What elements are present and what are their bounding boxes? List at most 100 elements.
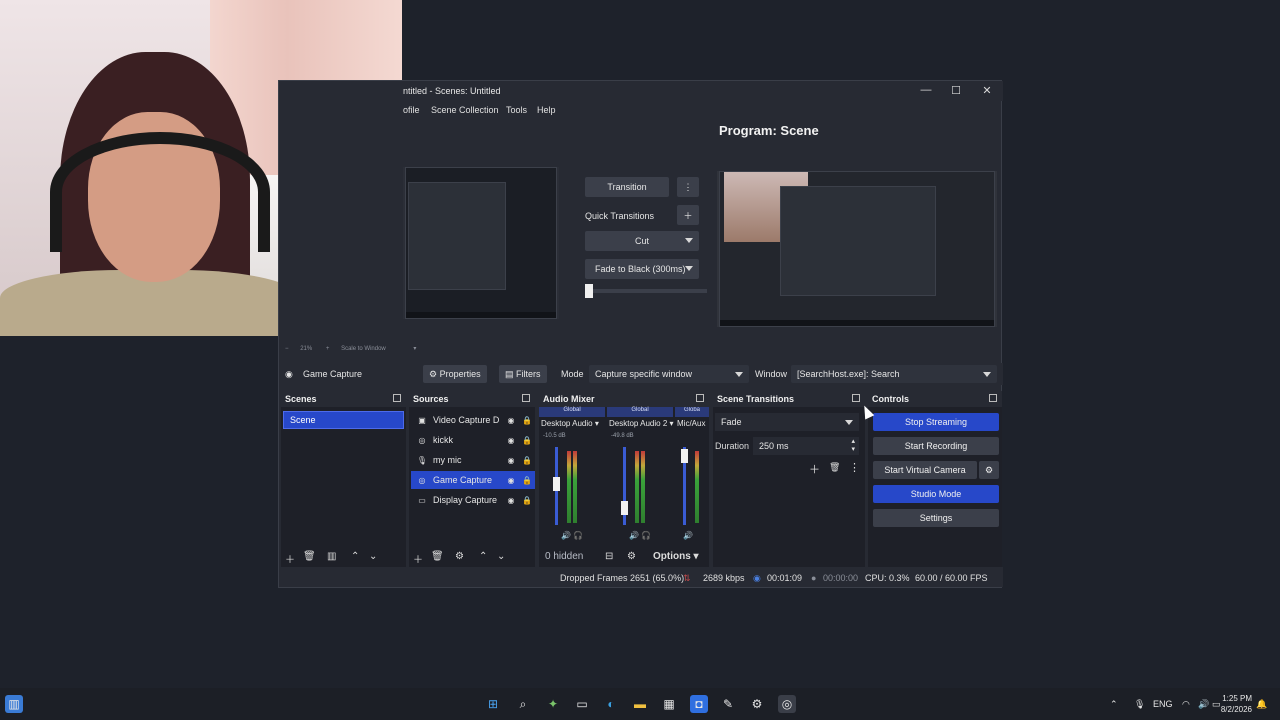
wifi-icon[interactable]: ◠: [1182, 699, 1190, 710]
menu-profile[interactable]: ofile: [403, 105, 420, 115]
fade-to-black-dropdown[interactable]: Fade to Black (300ms): [585, 259, 699, 279]
add-icon[interactable]: ＋: [285, 551, 295, 566]
add-quick-transition-icon[interactable]: ＋: [677, 205, 699, 225]
speaker-icon[interactable]: 🔊: [561, 531, 571, 540]
channel-name[interactable]: Desktop Audio 2 ▾: [609, 419, 674, 428]
start-recording-button[interactable]: Start Recording: [873, 437, 999, 455]
cut-dropdown[interactable]: Cut: [585, 231, 699, 251]
filters-button[interactable]: ▤ Filters: [499, 365, 547, 383]
zoom-chevron-down-icon[interactable]: ▾: [413, 346, 416, 352]
program-canvas[interactable]: [717, 171, 997, 327]
add-icon[interactable]: ＋: [809, 461, 820, 477]
chevron-down-icon[interactable]: ⌄: [497, 551, 505, 562]
microphone-icon[interactable]: 🎙: [1134, 699, 1145, 710]
notification-icon[interactable]: 🔔: [1256, 699, 1267, 710]
sidebar-widget-icon[interactable]: ▥: [5, 695, 23, 713]
properties-button[interactable]: ⚙ Properties: [423, 365, 487, 383]
channel-name[interactable]: Mic/Aux: [677, 419, 705, 428]
undock-icon[interactable]: [989, 394, 997, 402]
lock-icon[interactable]: 🔒: [519, 456, 535, 465]
start-virtual-camera-button[interactable]: Start Virtual Camera: [873, 461, 977, 479]
chevron-up-icon[interactable]: ⌃: [351, 551, 359, 562]
transition-menu-icon[interactable]: ⋮: [677, 177, 699, 197]
paint-icon[interactable]: ✎: [719, 695, 737, 713]
transition-slider-thumb[interactable]: [585, 284, 593, 298]
studio-mode-button[interactable]: Studio Mode: [873, 485, 999, 503]
transition-slider-track[interactable]: [585, 289, 707, 293]
battery-icon[interactable]: ▭: [1212, 699, 1221, 710]
scene-item[interactable]: Scene: [283, 411, 404, 429]
headphones-icon[interactable]: 🎧: [573, 531, 583, 540]
undock-icon[interactable]: [393, 394, 401, 402]
volume-icon[interactable]: 🔊: [1198, 699, 1209, 710]
preview-canvas[interactable]: [403, 167, 559, 319]
zoom-in-icon[interactable]: +: [326, 346, 330, 352]
chevron-up-icon[interactable]: ⌃: [1110, 699, 1118, 710]
eye-icon[interactable]: ◉: [503, 476, 519, 485]
lock-icon[interactable]: 🔒: [519, 436, 535, 445]
speaker-icon[interactable]: 🔊: [683, 531, 693, 540]
volume-fader-knob[interactable]: [681, 449, 688, 463]
language-indicator[interactable]: ENG: [1153, 699, 1173, 709]
source-row[interactable]: 🎙 my mic ◉ 🔒: [411, 451, 535, 469]
eye-icon[interactable]: ◉: [503, 456, 519, 465]
undock-icon[interactable]: [522, 394, 530, 402]
volume-fader-knob[interactable]: [621, 501, 628, 515]
channel-name[interactable]: Desktop Audio ▾: [541, 419, 599, 428]
eye-icon[interactable]: ◉: [503, 496, 519, 505]
settings-button[interactable]: Settings: [873, 509, 999, 527]
menu-scene-collection[interactable]: Scene Collection: [431, 105, 499, 115]
zoom-mode[interactable]: Scale to Window: [341, 346, 386, 352]
clock[interactable]: 1:25 PM 8/2/2026: [1221, 693, 1252, 715]
chevron-down-icon[interactable]: ⌄: [369, 551, 377, 562]
filter-icon[interactable]: ▥: [327, 551, 336, 562]
spin-arrows-icon[interactable]: ▴ ▾: [851, 438, 855, 454]
duration-spinbox[interactable]: 250 ms ▴ ▾: [753, 437, 859, 455]
store-icon[interactable]: ▦: [660, 695, 678, 713]
settings-icon[interactable]: ⚙: [748, 695, 766, 713]
headphones-icon[interactable]: 🎧: [641, 531, 651, 540]
eye-icon[interactable]: ◉: [503, 436, 519, 445]
gear-icon[interactable]: ⚙: [455, 551, 464, 562]
zoom-out-icon[interactable]: −: [285, 346, 289, 352]
minimize-icon[interactable]: —: [911, 84, 941, 98]
menu-tools[interactable]: Tools: [506, 105, 527, 115]
close-icon[interactable]: ✕: [972, 84, 1002, 98]
app-icon[interactable]: ◘: [690, 695, 708, 713]
layout-icon[interactable]: ⊟: [605, 551, 613, 562]
copilot-icon[interactable]: ✦: [544, 695, 562, 713]
window-select[interactable]: [SearchHost.exe]: Search: [791, 365, 997, 383]
obs-icon[interactable]: ◎: [778, 695, 796, 713]
search-icon[interactable]: ⌕: [514, 695, 532, 713]
undock-icon[interactable]: [696, 394, 704, 402]
chevron-up-icon[interactable]: ⌃: [479, 551, 487, 562]
add-icon[interactable]: ＋: [413, 551, 423, 566]
folder-icon[interactable]: ▬: [631, 695, 649, 713]
transition-type-select[interactable]: Fade: [715, 413, 859, 431]
file-icon[interactable]: ▭: [573, 695, 591, 713]
mode-select[interactable]: Capture specific window: [589, 365, 749, 383]
virtual-camera-gear-icon[interactable]: ⚙: [979, 461, 999, 479]
source-row[interactable]: ▣ Video Capture D ◉ 🔒: [411, 411, 535, 429]
stop-streaming-button[interactable]: Stop Streaming: [873, 413, 999, 431]
source-row[interactable]: ▭ Display Capture ◉ 🔒: [411, 491, 535, 509]
source-row[interactable]: ◎ kickk ◉ 🔒: [411, 431, 535, 449]
eye-icon[interactable]: ◉: [503, 416, 519, 425]
edge-icon[interactable]: ◐: [602, 695, 620, 713]
menu-help[interactable]: Help: [537, 105, 556, 115]
undock-icon[interactable]: [852, 394, 860, 402]
maximize-icon[interactable]: ☐: [941, 84, 971, 98]
speaker-icon[interactable]: 🔊: [629, 531, 639, 540]
options-button[interactable]: Options ▾: [653, 551, 699, 562]
lock-icon[interactable]: 🔒: [519, 496, 535, 505]
lock-icon[interactable]: 🔒: [519, 476, 535, 485]
trash-icon[interactable]: 🗑: [431, 551, 444, 562]
start-icon[interactable]: ⊞: [484, 695, 502, 713]
link-icon[interactable]: ⚙: [627, 551, 636, 562]
trash-icon[interactable]: 🗑: [303, 551, 316, 562]
volume-fader-knob[interactable]: [553, 477, 560, 491]
more-options-icon[interactable]: ⋮: [849, 461, 860, 474]
lock-icon[interactable]: 🔒: [519, 416, 535, 425]
source-row-selected[interactable]: ◎ Game Capture ◉ 🔒: [411, 471, 535, 489]
trash-icon[interactable]: 🗑: [829, 462, 840, 473]
